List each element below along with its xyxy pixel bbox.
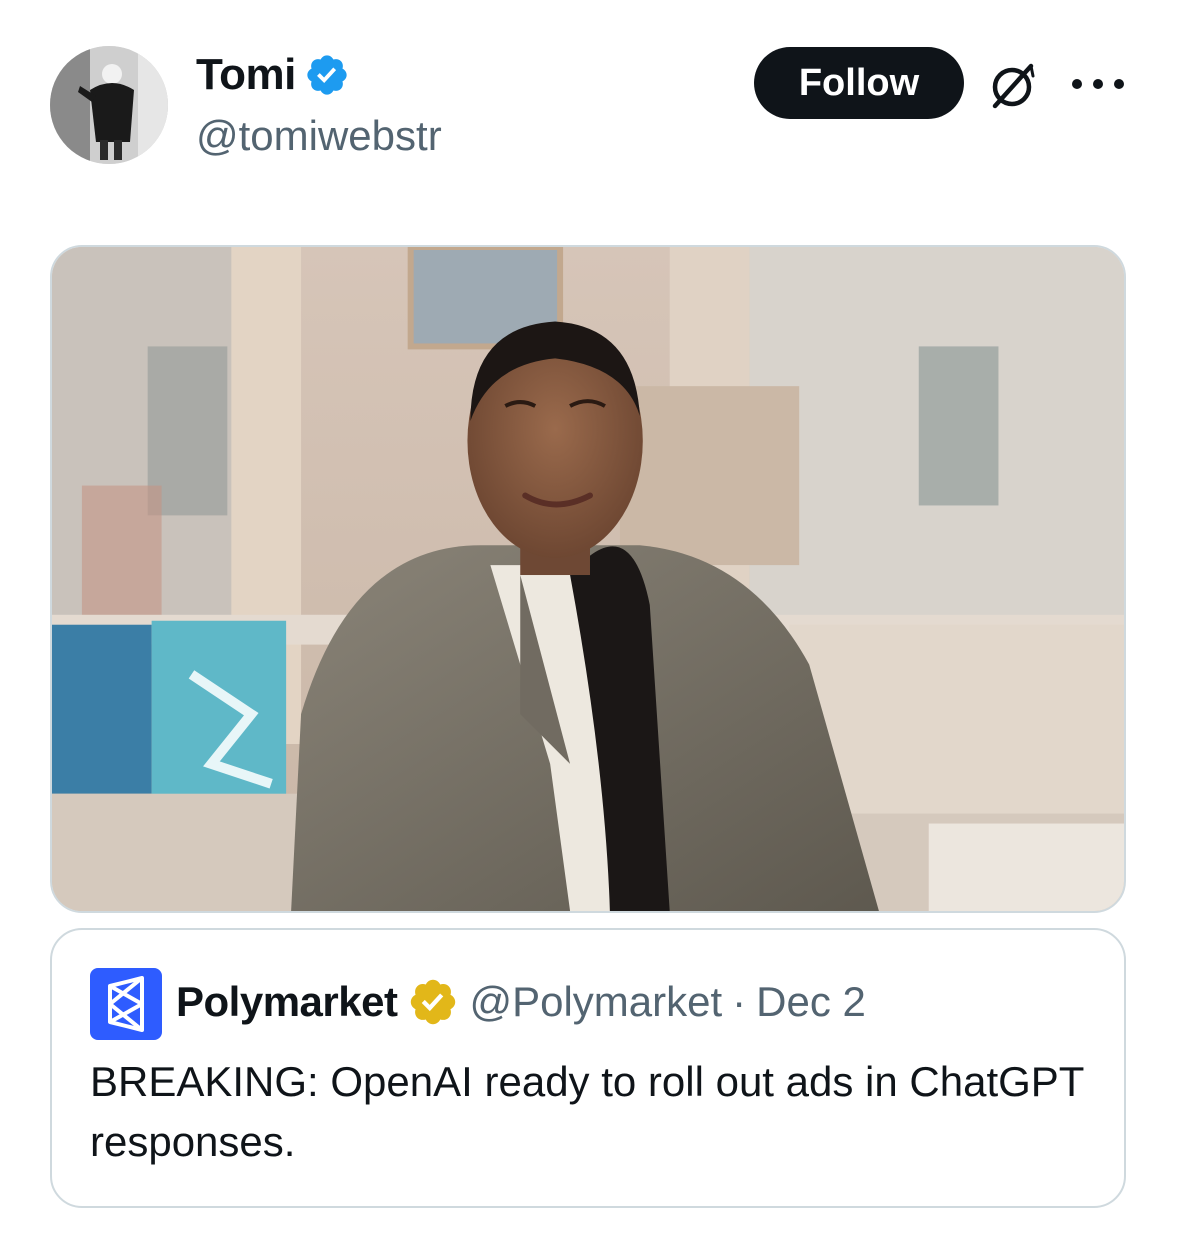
author-handle[interactable]: @tomiwebstr — [196, 112, 442, 160]
quoted-header: Polymarket @Polymarket · Dec 2 — [176, 976, 866, 1028]
quoted-display-name[interactable]: Polymarket — [176, 978, 398, 1026]
avatar[interactable] — [50, 46, 168, 164]
verified-gold-badge-icon[interactable] — [407, 976, 459, 1028]
quoted-text: BREAKING: OpenAI ready to roll out ads i… — [90, 1058, 1084, 1165]
polymarket-logo-icon — [90, 968, 162, 1040]
follow-button[interactable]: Follow — [754, 47, 964, 119]
dot-separator: · — [732, 978, 747, 1025]
quoted-handle[interactable]: @Polymarket — [469, 978, 722, 1026]
quoted-date[interactable]: Dec 2 — [756, 978, 866, 1026]
tweet-photo[interactable] — [50, 245, 1126, 913]
author-display-name[interactable]: Tomi — [196, 50, 296, 100]
more-icon[interactable] — [1072, 66, 1124, 102]
author-name-row[interactable]: Tomi — [196, 50, 350, 100]
grok-icon[interactable] — [985, 58, 1041, 114]
verified-badge-icon[interactable] — [304, 52, 350, 98]
quoted-tweet[interactable]: Polymarket @Polymarket · Dec 2 BREAKING:… — [50, 928, 1126, 1208]
